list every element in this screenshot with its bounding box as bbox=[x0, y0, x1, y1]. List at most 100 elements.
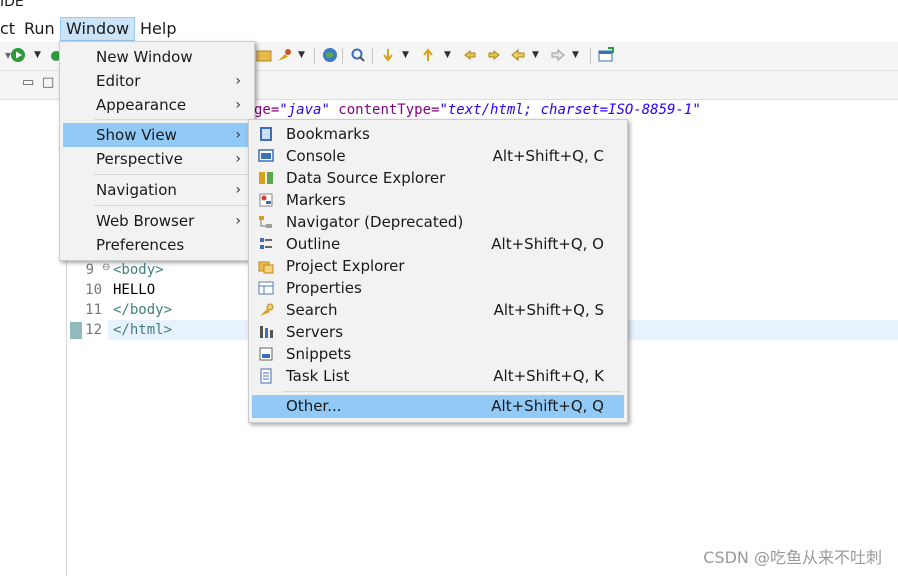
menu-help[interactable]: Help bbox=[140, 18, 176, 40]
menu-item-preferences[interactable]: Preferences bbox=[63, 233, 249, 257]
maximize-icon[interactable]: □ bbox=[42, 75, 54, 90]
menu-run[interactable]: Run bbox=[24, 18, 55, 40]
watermark: CSDN @吃鱼从来不吐刺 bbox=[703, 548, 882, 567]
menu-item-navigator[interactable]: Navigator (Deprecated) bbox=[252, 211, 624, 233]
window-menu: New Window Editor › Appearance › Show View… bbox=[59, 41, 255, 261]
menu-item-label: Search bbox=[286, 301, 338, 319]
external-tools-icon[interactable] bbox=[276, 47, 292, 63]
menu-item-snippets[interactable]: Snippets bbox=[252, 343, 624, 365]
menu-item-label: Editor bbox=[96, 72, 141, 90]
menu-separator bbox=[94, 174, 248, 175]
toolbar-separator bbox=[314, 48, 315, 64]
show-view-submenu: Bookmarks Console Alt+Shift+Q, C Data So… bbox=[248, 119, 628, 423]
menu-item-shortcut: Alt+Shift+Q, O bbox=[491, 235, 604, 253]
chevron-right-icon: › bbox=[235, 182, 241, 198]
task-list-icon bbox=[258, 368, 274, 384]
open-perspective-icon[interactable] bbox=[598, 47, 614, 63]
menu-separator bbox=[94, 119, 248, 120]
menu-item-label: Servers bbox=[286, 323, 344, 341]
last-edit-location-icon[interactable] bbox=[462, 47, 478, 63]
run-icon[interactable] bbox=[10, 47, 26, 63]
search-toolbar-icon[interactable] bbox=[350, 47, 366, 63]
menu-item-properties[interactable]: Properties bbox=[252, 277, 624, 299]
minimize-icon[interactable]: ▭ bbox=[22, 75, 34, 90]
menu-item-label: Navigator (Deprecated) bbox=[286, 213, 464, 231]
globe-icon[interactable] bbox=[322, 47, 338, 63]
menu-item-other[interactable]: Other... Alt+Shift+Q, Q bbox=[252, 395, 624, 418]
console-icon bbox=[258, 148, 274, 164]
menu-separator bbox=[94, 205, 248, 206]
menu-item-label: Data Source Explorer bbox=[286, 169, 446, 187]
markers-icon bbox=[258, 192, 274, 208]
bookmarks-icon bbox=[258, 126, 274, 142]
code-line: HELLO bbox=[113, 282, 156, 298]
menu-item-editor[interactable]: Editor › bbox=[63, 69, 249, 93]
menu-item-show-view[interactable]: Show View › bbox=[63, 123, 249, 147]
forward-icon[interactable] bbox=[550, 47, 566, 63]
menu-item-servers[interactable]: Servers bbox=[252, 321, 624, 343]
next-annotation-icon[interactable] bbox=[380, 47, 396, 63]
menu-item-label: Appearance bbox=[96, 96, 187, 114]
menu-item-task-list[interactable]: Task List Alt+Shift+Q, K bbox=[252, 365, 624, 387]
previous-annotation-dropdown-icon[interactable]: ▼ bbox=[444, 47, 451, 63]
open-folder-icon[interactable] bbox=[256, 47, 272, 63]
toolbar-separator bbox=[590, 48, 591, 64]
menu-item-project-explorer[interactable]: Project Explorer bbox=[252, 255, 624, 277]
menu-item-label: Properties bbox=[286, 279, 362, 297]
menu-item-label: Console bbox=[286, 147, 346, 165]
toolbar-separator bbox=[342, 48, 343, 64]
menu-item-navigation[interactable]: Navigation › bbox=[63, 178, 249, 202]
menu-item-web-browser[interactable]: Web Browser › bbox=[63, 209, 249, 233]
menu-item-label: Web Browser bbox=[96, 212, 195, 230]
menu-window[interactable]: Window bbox=[60, 17, 136, 41]
run-dropdown-icon[interactable]: ▼ bbox=[34, 47, 41, 63]
previous-annotation-icon[interactable] bbox=[420, 47, 436, 63]
line-number: 12 bbox=[85, 322, 102, 338]
line-number: 9 bbox=[85, 262, 94, 278]
chevron-right-icon: › bbox=[235, 151, 241, 167]
menu-item-bookmarks[interactable]: Bookmarks bbox=[252, 123, 624, 145]
window-title-fragment: IDE bbox=[0, 0, 24, 10]
menu-item-shortcut: Alt+Shift+Q, Q bbox=[491, 397, 604, 415]
back-icon[interactable] bbox=[510, 47, 526, 63]
menu-item-shortcut: Alt+Shift+Q, S bbox=[493, 301, 604, 319]
menu-item-label: Project Explorer bbox=[286, 257, 405, 275]
attr-name: contentType= bbox=[329, 102, 440, 118]
menu-item-label: Snippets bbox=[286, 345, 352, 363]
menu-item-appearance[interactable]: Appearance › bbox=[63, 93, 249, 117]
menu-item-label: Bookmarks bbox=[286, 125, 370, 143]
properties-icon bbox=[258, 280, 274, 296]
menu-item-label: Navigation bbox=[96, 181, 177, 199]
chevron-right-icon: › bbox=[235, 213, 241, 229]
navigator-icon bbox=[258, 214, 274, 230]
menu-separator bbox=[283, 391, 621, 392]
attr-value: "text/html; charset=ISO-8859-1" bbox=[439, 102, 701, 118]
chevron-right-icon: › bbox=[235, 127, 241, 143]
code-line: </body> bbox=[113, 302, 173, 318]
menu-item-label: Show View bbox=[96, 126, 177, 144]
code-line: <body> bbox=[113, 262, 164, 278]
menu-item-console[interactable]: Console Alt+Shift+Q, C bbox=[252, 145, 624, 167]
menu-item-new-window[interactable]: New Window bbox=[63, 45, 249, 69]
back-dropdown-icon[interactable]: ▼ bbox=[532, 47, 539, 63]
menu-item-label: Outline bbox=[286, 235, 341, 253]
chevron-right-icon: › bbox=[235, 97, 241, 113]
search-icon bbox=[258, 302, 274, 318]
forward-dropdown-icon[interactable]: ▼ bbox=[572, 47, 579, 63]
snippets-icon bbox=[258, 346, 274, 362]
line-number: 10 bbox=[85, 282, 102, 298]
menu-item-data-source-explorer[interactable]: Data Source Explorer bbox=[252, 167, 624, 189]
menu-item-label: Other... bbox=[286, 397, 342, 415]
external-tools-dropdown-icon[interactable]: ▼ bbox=[298, 47, 305, 63]
menu-item-perspective[interactable]: Perspective › bbox=[63, 147, 249, 171]
pin-icon[interactable] bbox=[486, 47, 502, 63]
menu-project[interactable]: ct bbox=[0, 18, 15, 40]
toolbar-separator bbox=[372, 48, 373, 64]
project-explorer-icon bbox=[258, 258, 274, 274]
attr-value: "java" bbox=[279, 102, 330, 118]
menu-item-outline[interactable]: Outline Alt+Shift+Q, O bbox=[252, 233, 624, 255]
menu-item-markers[interactable]: Markers bbox=[252, 189, 624, 211]
menu-item-search[interactable]: Search Alt+Shift+Q, S bbox=[252, 299, 624, 321]
fold-icon[interactable]: ⊖ bbox=[102, 262, 110, 273]
next-annotation-dropdown-icon[interactable]: ▼ bbox=[402, 47, 409, 63]
